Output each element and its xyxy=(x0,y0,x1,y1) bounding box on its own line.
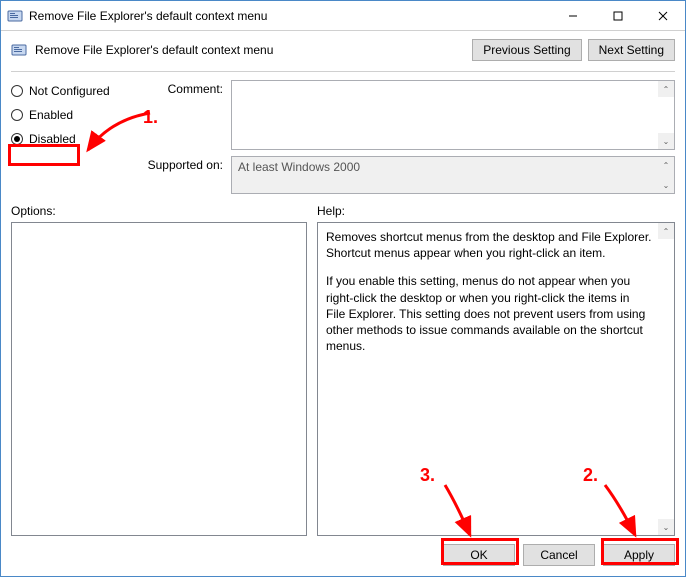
scroll-down-icon[interactable]: ⌄ xyxy=(658,177,674,193)
comment-row: Comment: ⌃ ⌄ xyxy=(141,80,675,150)
annotation-highlight-apply xyxy=(601,538,679,565)
scroll-up-icon[interactable]: ⌃ xyxy=(658,223,674,239)
supported-textarea: At least Windows 2000 ⌃ ⌄ xyxy=(231,156,675,194)
options-label: Options: xyxy=(11,204,307,218)
radio-icon xyxy=(11,109,23,121)
panel-labels: Options: Help: xyxy=(11,204,675,218)
previous-setting-button[interactable]: Previous Setting xyxy=(472,39,581,61)
help-label: Help: xyxy=(317,204,345,218)
supported-value: At least Windows 2000 xyxy=(232,157,674,177)
radio-enabled[interactable]: Enabled xyxy=(11,108,121,122)
close-button[interactable] xyxy=(640,1,685,30)
minimize-button[interactable] xyxy=(550,1,595,30)
window-controls xyxy=(550,1,685,30)
nav-buttons: Previous Setting Next Setting xyxy=(472,39,675,61)
help-panel: Removes shortcut menus from the desktop … xyxy=(317,222,675,536)
help-paragraph-1: Removes shortcut menus from the desktop … xyxy=(326,229,652,261)
policy-editor-window: Remove File Explorer's default context m… xyxy=(0,0,686,577)
policy-icon xyxy=(7,8,23,24)
options-panel xyxy=(11,222,307,536)
scroll-down-icon[interactable]: ⌄ xyxy=(658,519,674,535)
divider xyxy=(11,71,675,72)
scroll-down-icon[interactable]: ⌄ xyxy=(658,133,674,149)
content-area: Remove File Explorer's default context m… xyxy=(1,31,685,576)
comment-label: Comment: xyxy=(141,80,223,150)
radio-label: Not Configured xyxy=(29,84,110,98)
radio-group: Not Configured Enabled Disabled xyxy=(11,80,121,194)
header-row: Remove File Explorer's default context m… xyxy=(11,39,675,61)
help-paragraph-2: If you enable this setting, menus do not… xyxy=(326,273,652,354)
config-area: Not Configured Enabled Disabled Comment:… xyxy=(11,80,675,194)
titlebar: Remove File Explorer's default context m… xyxy=(1,1,685,31)
scroll-up-icon[interactable]: ⌃ xyxy=(658,81,674,97)
help-text: Removes shortcut menus from the desktop … xyxy=(318,223,674,372)
comment-value xyxy=(232,81,674,87)
policy-title: Remove File Explorer's default context m… xyxy=(35,43,464,57)
supported-row: Supported on: At least Windows 2000 ⌃ ⌄ xyxy=(141,156,675,194)
annotation-highlight-ok xyxy=(441,538,519,565)
panels: Removes shortcut menus from the desktop … xyxy=(11,222,675,536)
next-setting-button[interactable]: Next Setting xyxy=(588,39,675,61)
supported-label: Supported on: xyxy=(141,156,223,194)
fields-column: Comment: ⌃ ⌄ Supported on: At least Wind… xyxy=(141,80,675,194)
annotation-highlight-disabled xyxy=(8,144,80,166)
scroll-up-icon[interactable]: ⌃ xyxy=(658,157,674,173)
cancel-button[interactable]: Cancel xyxy=(523,544,595,566)
radio-not-configured[interactable]: Not Configured xyxy=(11,84,121,98)
comment-textarea[interactable]: ⌃ ⌄ xyxy=(231,80,675,150)
maximize-button[interactable] xyxy=(595,1,640,30)
policy-icon xyxy=(11,42,27,58)
radio-icon xyxy=(11,85,23,97)
radio-label: Enabled xyxy=(29,108,73,122)
footer-buttons: OK Cancel Apply xyxy=(11,544,675,566)
window-title: Remove File Explorer's default context m… xyxy=(29,9,550,23)
